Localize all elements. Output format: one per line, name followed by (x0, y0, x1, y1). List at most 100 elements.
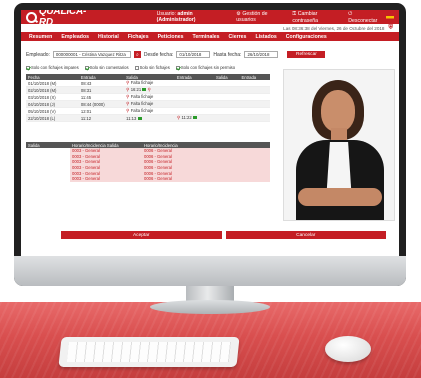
cell-missing-text: Falta fichaje (130, 80, 154, 85)
photo-face (321, 90, 355, 132)
lock-icon: ⚿ (292, 10, 297, 17)
from-date-label: Desde fecha: (143, 51, 174, 58)
link-logout-label: Desconectar (348, 17, 378, 24)
cell-time-text: 11:22 (181, 115, 192, 120)
table-row[interactable]: 05/10/2018 (V) 12:01 ⚲ Falta fichaje (26, 107, 270, 115)
to-date-label: Hasta fecha: (213, 51, 242, 58)
nav-listados[interactable]: Listados (255, 34, 276, 40)
nav-configuraciones[interactable]: Configuraciones (286, 34, 327, 40)
nav-historial[interactable]: Historial (98, 34, 119, 40)
cell-date: 04/10/2018 (J) (26, 100, 79, 108)
from-date-value: 01/10/2018 (179, 52, 202, 57)
checkbox[interactable] (134, 65, 139, 70)
power-icon: ⏻ (348, 10, 353, 17)
cell-time: 11:45 (78, 93, 125, 101)
checkbox[interactable] (175, 65, 180, 70)
location-pin-icon: ⚲ (126, 101, 130, 106)
employee-select-value: 000000001 - Cristina Vazquez Ritza (55, 52, 126, 57)
cell-incidence: 0006 - General (142, 175, 270, 182)
checkbox[interactable] (26, 65, 30, 70)
monitor-base (150, 300, 270, 314)
nav-cierres[interactable]: Cierres (229, 34, 247, 40)
cell-missing-text: Falta fichaje (130, 108, 154, 113)
accept-button-label: Aceptar (132, 232, 150, 238)
checkbox[interactable] (84, 65, 89, 70)
keyboard (58, 337, 240, 367)
cell-time: 11:12 (78, 114, 125, 122)
check-no-comments[interactable]: Solo sin comentarios (84, 65, 129, 70)
cell-missing-text: Falta fichaje (130, 101, 154, 106)
check-odd-punches[interactable]: Solo con fichajes impares (26, 65, 79, 70)
table-row[interactable]: 03/10/2018 (X) 11:45 ⚲ Falta fichaje (26, 93, 270, 101)
cell-date: 22/10/2018 (L) (26, 114, 79, 122)
terminal-icon (142, 88, 147, 92)
check-label: Solo sin fichajes (139, 65, 170, 70)
employee-select[interactable]: 000000001 - Cristina Vazquez Ritza (52, 51, 131, 58)
table-row[interactable]: 02/10/2018 (M) 08:31 ⚲ 16:21 ⚲ (26, 86, 270, 94)
check-label: Solo con fichajes sin permiso (180, 65, 236, 70)
cell-missing: ⚲ Falta fichaje (124, 100, 175, 108)
check-label: Solo sin comentarios (89, 65, 129, 70)
link-user-management-label: Gestión de usuarios (236, 11, 268, 23)
mouse (325, 336, 371, 362)
monitor-chin (14, 256, 406, 286)
main-content: Empleado: 000000001 - Cristina Vazquez R… (21, 41, 399, 256)
employee-photo (283, 69, 395, 221)
app-logo[interactable]: QUALICA-RD (26, 10, 99, 28)
accept-button[interactable]: Aceptar (61, 231, 222, 239)
schedule-table: Salida Horario/Incidencia Salida Horario… (26, 142, 270, 182)
cell-time-text: 11:13 (126, 115, 137, 121)
cancel-button[interactable]: Cancelar (225, 231, 386, 239)
from-date-field[interactable]: 01/10/2018 (176, 51, 211, 58)
filter-bar: Empleado: 000000001 - Cristina Vazquez R… (26, 51, 326, 58)
cell-incidence: 0003 - General (70, 175, 142, 182)
nav-fichajes[interactable]: Fichajes (128, 34, 149, 40)
punches-table: Fecha Entrada Salida Entrada Salida Entr… (26, 74, 270, 122)
language-flag-icon[interactable] (386, 14, 394, 20)
action-buttons: Aceptar Cancelar (61, 231, 386, 239)
nav-peticiones[interactable]: Peticiones (158, 34, 184, 40)
cell-time: 08:31 (78, 86, 125, 94)
nav-terminales[interactable]: Terminales (193, 34, 220, 40)
cell-time: ⚲ 16:21 ⚲ (124, 86, 175, 94)
logo-q-icon (26, 11, 37, 23)
link-change-password[interactable]: ⚿ Cambiar contraseña (292, 11, 343, 24)
location-pin-icon: ⚲ (147, 87, 151, 92)
filter-checkboxes: Solo con fichajes impares Solo sin comen… (26, 65, 235, 70)
top-bar: QUALICA-RD Usuario: admin (Administrador… (21, 10, 399, 28)
refresh-button[interactable]: Refrescar (287, 51, 326, 58)
check-no-punches[interactable]: Solo sin fichajes (134, 65, 170, 70)
terminal-icon (137, 116, 142, 120)
link-user-management[interactable]: ⚙ Gestión de usuarios (236, 11, 287, 23)
nav-empleados[interactable]: Empleados (61, 34, 89, 40)
link-change-password-label: Cambiar contraseña (292, 10, 319, 24)
main-nav: Resumen Empleados Historial Fichajes Pet… (21, 32, 399, 41)
brand-badge-icon: ⛨ (388, 24, 393, 31)
search-icon[interactable]: ⌕ (133, 51, 141, 58)
refresh-button-label: Refrescar (296, 52, 317, 57)
cell-missing: ⚲ Falta fichaje (124, 107, 175, 115)
location-pin-icon: ⚲ (126, 87, 130, 92)
location-pin-icon: ⚲ (126, 94, 130, 99)
location-pin-icon: ⚲ (126, 108, 130, 113)
photo-arms (298, 188, 382, 206)
cell-date: 03/10/2018 (X) (26, 93, 79, 101)
to-date-field[interactable]: 26/10/2018 (244, 51, 279, 58)
cell-time: 12:01 (78, 107, 125, 115)
terminal-icon (192, 116, 197, 120)
cell-date: 05/10/2018 (V) (26, 107, 79, 115)
check-no-permission[interactable]: Solo con fichajes sin permiso (175, 65, 236, 70)
app-screen: QUALICA-RD Usuario: admin (Administrador… (21, 10, 399, 256)
cell-time: ⚲ 11:22 (174, 114, 214, 122)
nav-resumen[interactable]: Resumen (29, 34, 52, 40)
table-row[interactable]: 22/10/2018 (L) 11:12 11:13 ⚲ 11:22 (26, 114, 270, 122)
cell-time: 11:13 (124, 114, 175, 122)
location-pin-icon: ⚲ (126, 80, 130, 85)
to-date-value: 26/10/2018 (247, 52, 270, 57)
cell-time: 08:44 (0000) (78, 100, 125, 108)
link-logout[interactable]: ⏻ Desconectar (348, 11, 382, 24)
employee-label: Empleado: (26, 51, 50, 58)
table-row[interactable]: 0003 - General 0006 - General (26, 175, 270, 182)
table-row[interactable]: 04/10/2018 (J) 08:44 (0000) ⚲ Falta fich… (26, 100, 270, 108)
cell-date: 02/10/2018 (M) (26, 86, 79, 94)
